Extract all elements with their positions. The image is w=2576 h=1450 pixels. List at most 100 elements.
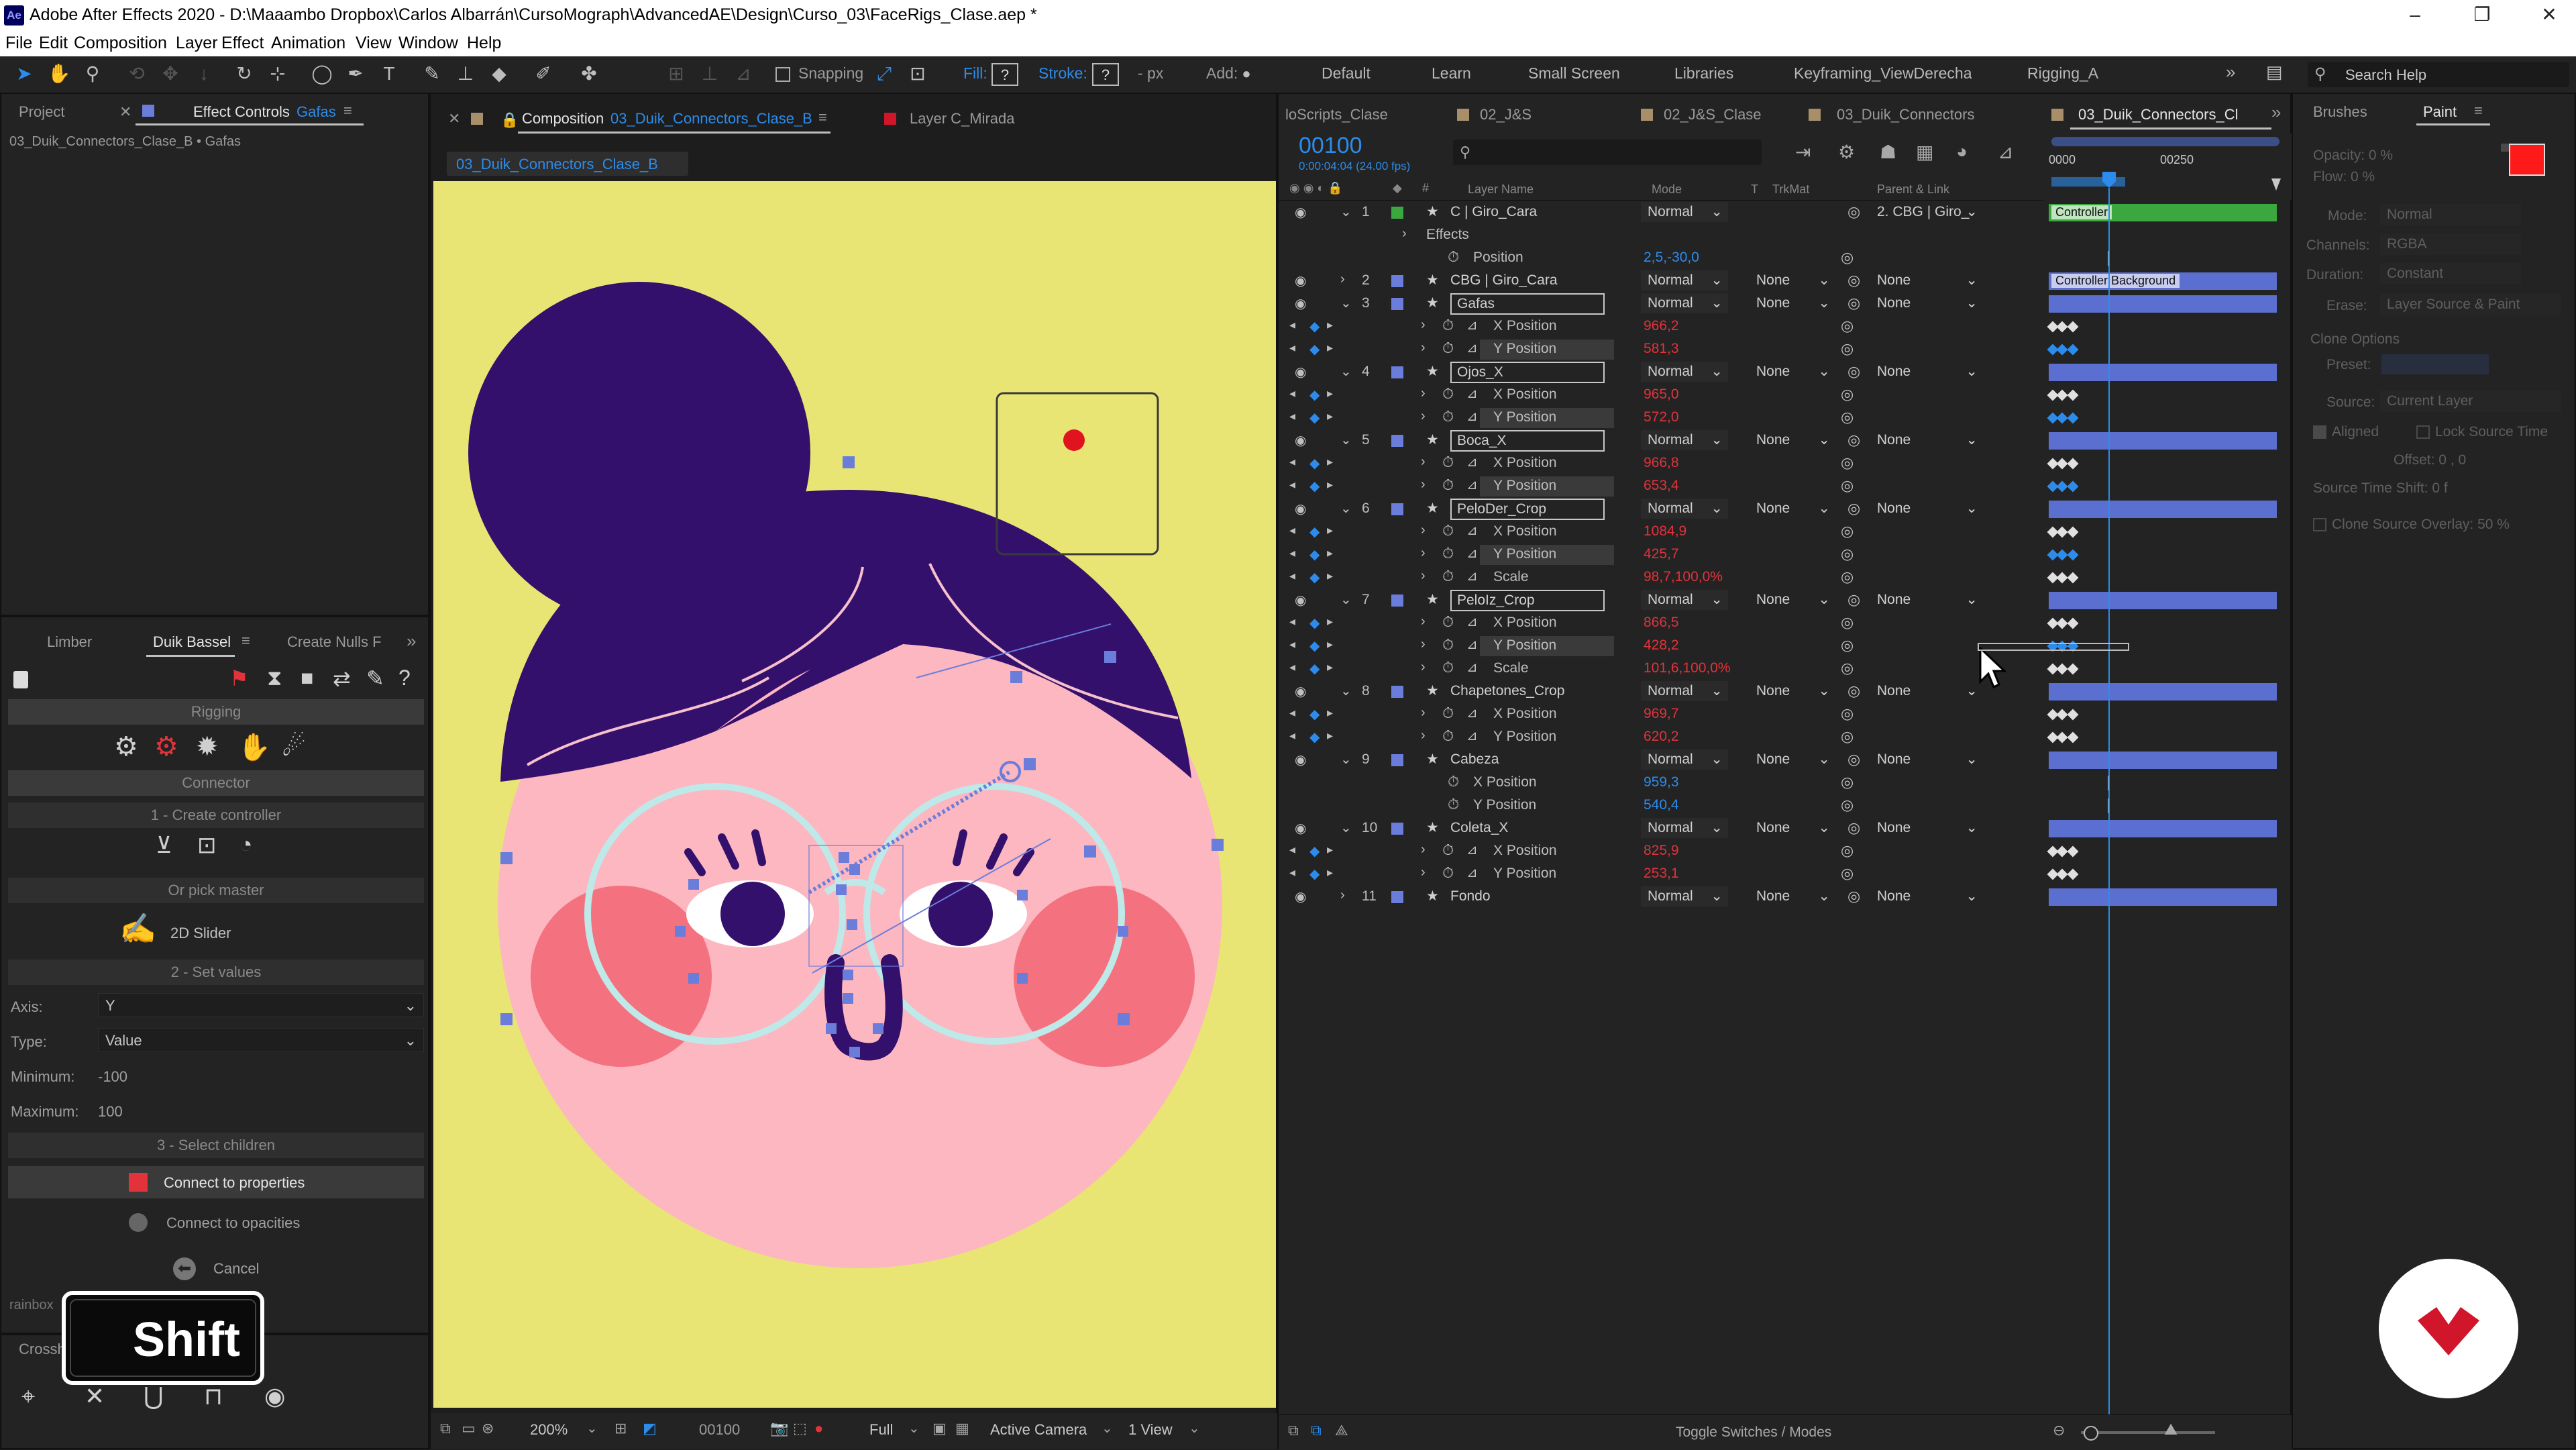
paint-opacity[interactable]: Opacity: 0 % [2313, 148, 2393, 164]
chevron-right-icon[interactable]: › [1421, 568, 1426, 584]
connect-to-properties-button[interactable]: Connect to properties [8, 1166, 424, 1198]
paint-mode-select[interactable]: Normal [2380, 204, 2521, 225]
timeline-search[interactable]: ⚲ [1453, 140, 1762, 165]
chevron-right-icon[interactable]: › [1421, 637, 1426, 652]
layer-name[interactable]: Boca_X [1450, 430, 1605, 452]
graph-icon[interactable]: ⊿ [1466, 545, 1478, 562]
timeline-tab-2[interactable]: 02_J&S [1480, 106, 1532, 123]
timeline-timecode[interactable]: 00100 [1299, 133, 1362, 159]
keyframe-marker[interactable] [2056, 731, 2068, 743]
timeline-layer-row[interactable]: ◉ › 11 ★ Fondo Normal ⌄ None ⌄ ◎ None ⌄ [1279, 886, 2043, 909]
comp-menu-icon[interactable]: ≡ [818, 109, 827, 126]
add-keyframe-icon[interactable]: ◆ [1309, 455, 1320, 472]
visibility-eye-icon[interactable]: ◉ [1295, 432, 1306, 449]
add-keyframe-icon[interactable]: ◆ [1309, 478, 1320, 495]
work-area-bar[interactable] [2051, 137, 2279, 146]
duik-hourglass-icon[interactable]: ⧗ [267, 666, 282, 691]
timeline-tab-5[interactable]: 03_Duik_Connectors_Cl [2078, 106, 2238, 123]
property-value[interactable]: 653,4 [1644, 478, 1679, 494]
graph-icon[interactable]: ⊿ [1466, 385, 1478, 402]
blend-mode-select[interactable]: Normal ⌄ [1641, 886, 1728, 907]
connect-to-opacities-button[interactable]: Connect to opacities [8, 1206, 424, 1239]
puppet-tool-icon[interactable]: ✤ [577, 62, 601, 86]
timeline-layer-row[interactable]: ◉ ⌄ 4 ★ Ojos_X Normal ⌄ None ⌄ ◎ None ⌄ [1279, 361, 2043, 384]
graph-icon[interactable]: ⊿ [1466, 636, 1478, 653]
keyframe-marker[interactable] [2067, 663, 2079, 675]
keyframe-marker[interactable] [2056, 663, 2068, 675]
cancel-button[interactable]: ⬅ Cancel [8, 1252, 424, 1284]
layer-name[interactable]: Gafas [1450, 293, 1605, 315]
property-value[interactable]: 966,8 [1644, 455, 1679, 471]
stopwatch-icon[interactable]: ⏱ [1442, 522, 1454, 539]
toggle-switches-modes-button[interactable]: Toggle Switches / Modes [1676, 1425, 1831, 1441]
property-value[interactable]: 620,2 [1644, 729, 1679, 745]
pickwhip-icon[interactable]: ◎ [1841, 454, 1854, 472]
parent-select[interactable]: None ⌄ [1869, 681, 1983, 701]
timeline-layer-row[interactable]: ◉ ⌄ 8 ★ Chapetones_Crop Normal ⌄ None ⌄ ◎ None ⌄ [1279, 680, 2043, 703]
layer-label-color[interactable] [1391, 594, 1403, 607]
prev-keyframe-icon[interactable]: ◂ [1289, 318, 1295, 332]
trkmat-select[interactable]: None ⌄ [1748, 362, 1835, 382]
prev-keyframe-icon[interactable]: ◂ [1289, 455, 1295, 469]
trkmat-select[interactable]: None ⌄ [1748, 270, 1835, 291]
lock-source-time-checkbox[interactable] [2416, 425, 2430, 439]
duration-select[interactable]: Constant [2380, 263, 2521, 284]
property-value[interactable]: 572,0 [1644, 409, 1679, 425]
chevron-right-icon[interactable]: › [1421, 546, 1426, 561]
timeline-layer-row[interactable]: ◉ ⌄ 7 ★ PeloIz_Crop Normal ⌄ None ⌄ ◎ None ⌄ [1279, 589, 2043, 612]
erase-select[interactable]: Layer Source & Paint [2380, 294, 2561, 315]
workspace-learn[interactable]: Learn [1432, 64, 1471, 83]
chevron-down-icon[interactable]: ⌄ [1340, 591, 1352, 608]
snap-features-icon[interactable]: ⊡ [906, 62, 930, 86]
tab-composition-label[interactable]: Composition [522, 110, 604, 127]
work-area-end[interactable] [2271, 178, 2281, 191]
layer-name[interactable]: Coleta_X [1450, 820, 1508, 836]
tab-composition-name[interactable]: 03_Duik_Connectors_Clase_B [610, 110, 812, 127]
add-keyframe-icon[interactable]: ◆ [1309, 341, 1320, 358]
timeline-tab-4[interactable]: 03_Duik_Connectors [1837, 106, 1974, 123]
chevron-right-icon[interactable]: › [1421, 340, 1426, 356]
clone-presets[interactable] [2381, 354, 2489, 374]
prev-keyframe-icon[interactable]: ◂ [1289, 386, 1295, 401]
visibility-eye-icon[interactable]: ◉ [1295, 592, 1306, 609]
next-keyframe-icon[interactable]: ▸ [1327, 729, 1333, 743]
visibility-eye-icon[interactable]: ◉ [1295, 204, 1306, 221]
duik-bone-icon[interactable]: ⚑ [229, 666, 249, 691]
property-row[interactable]: ◂ ◆ ▸ › ⏱ ⊿ Y Position 428,2 ◎ [1279, 635, 2043, 658]
trkmat-select[interactable]: None ⌄ [1748, 886, 1835, 907]
pickwhip-icon[interactable]: ◎ [1847, 431, 1860, 449]
source-select[interactable]: Current Layer [2380, 391, 2561, 412]
property-row[interactable]: ◂ ◆ ▸ › ⏱ ⊿ X Position 825,9 ◎ [1279, 840, 2043, 863]
property-value[interactable]: 966,2 [1644, 318, 1679, 334]
keyframe-marker[interactable] [2056, 458, 2068, 470]
keyframe-marker[interactable] [2067, 709, 2079, 721]
visibility-eye-icon[interactable]: ◉ [1295, 752, 1306, 768]
tab-project[interactable]: Project [19, 103, 64, 121]
pickwhip-icon[interactable]: ◎ [1847, 203, 1860, 221]
stopwatch-icon[interactable]: ⏱ [1442, 659, 1454, 676]
property-value[interactable]: 825,9 [1644, 843, 1679, 859]
magnification-select[interactable]: 200% [530, 1421, 568, 1439]
pickwhip-icon[interactable]: ◎ [1841, 409, 1854, 426]
zoom-in-icon[interactable]: ⛰ [2164, 1420, 2178, 1439]
stopwatch-icon[interactable]: ⏱ [1442, 340, 1454, 357]
timeline-zoom-knob[interactable] [2084, 1426, 2098, 1441]
type-select[interactable]: Value ⌄ [98, 1028, 424, 1052]
duik-menu-icon[interactable]: ≡ [241, 632, 250, 650]
effects-group-row[interactable]: › Effects [1279, 224, 2043, 247]
stopwatch-icon[interactable]: ⏱ [1442, 613, 1454, 631]
parent-select[interactable]: 2. CBG | Giro_ ⌄ [1869, 202, 1983, 222]
layer-name[interactable]: Chapetones_Crop [1450, 683, 1564, 699]
next-keyframe-icon[interactable]: ▸ [1327, 386, 1333, 401]
parent-select[interactable]: None ⌄ [1869, 270, 1983, 291]
hand-tool-icon[interactable]: ✋ [47, 62, 71, 86]
next-keyframe-icon[interactable]: ▸ [1327, 637, 1333, 652]
chevron-right-icon[interactable]: › [1421, 317, 1426, 333]
menu-effect[interactable]: Effect [221, 34, 264, 53]
graph-icon[interactable]: ⊿ [1466, 568, 1478, 584]
layer-duration-bar[interactable] [2049, 683, 2277, 701]
layer-label-color[interactable] [1391, 298, 1403, 310]
blend-mode-select[interactable]: Normal ⌄ [1641, 270, 1728, 291]
resolution-select[interactable]: Full [869, 1421, 893, 1439]
trkmat-select[interactable]: None ⌄ [1748, 293, 1835, 313]
